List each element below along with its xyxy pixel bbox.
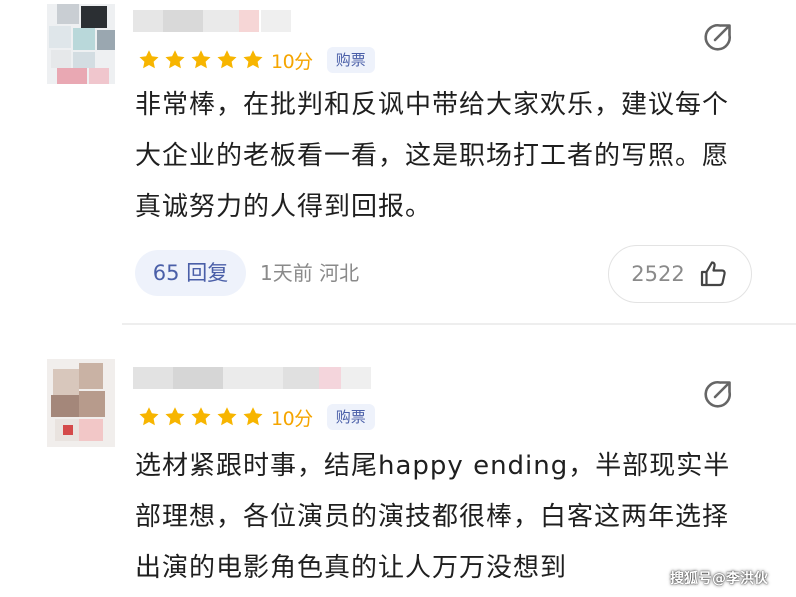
thumbs-up-icon — [700, 261, 726, 287]
star-rating — [137, 405, 265, 429]
rating-row: 10分 购票 — [137, 46, 375, 74]
username[interactable] — [133, 367, 373, 389]
score: 10分 — [271, 50, 313, 73]
ticket-purchase-badge: 购票 — [326, 404, 375, 430]
star-icon — [243, 407, 263, 426]
star-icon — [165, 407, 185, 426]
star-icon — [139, 407, 159, 426]
divider — [122, 323, 796, 325]
review-card: 10分 购票 非常棒，在批判和反讽中带给大家欢乐，建议每个大企业的老板看一看，这… — [0, 0, 796, 325]
reply-button[interactable]: 65 回复 — [135, 250, 246, 296]
avatar[interactable] — [47, 359, 115, 447]
rating-row: 10分 购票 — [137, 403, 375, 431]
like-count: 2522 — [631, 262, 685, 286]
star-icon — [139, 50, 159, 69]
review-card: 10分 购票 选材紧跟时事，结尾happy ending，半部现实半部理想，各位… — [0, 345, 796, 597]
score: 10分 — [271, 407, 313, 430]
star-icon — [191, 407, 211, 426]
ticket-purchase-badge: 购票 — [326, 47, 375, 73]
like-button[interactable]: 2522 — [608, 245, 752, 303]
username[interactable] — [133, 10, 293, 32]
avatar[interactable] — [47, 4, 115, 84]
time-location: 1天前 河北 — [260, 261, 360, 285]
star-icon — [243, 50, 263, 69]
share-icon[interactable] — [700, 376, 736, 412]
share-icon[interactable] — [700, 19, 736, 55]
star-icon — [165, 50, 185, 69]
star-rating — [137, 48, 265, 72]
review-text: 非常棒，在批判和反讽中带给大家欢乐，建议每个大企业的老板看一看，这是职场打工者的… — [135, 90, 730, 222]
star-icon — [191, 50, 211, 69]
review-text: 选材紧跟时事，结尾happy ending，半部现实半部理想，各位演员的演技都很… — [135, 451, 731, 583]
star-icon — [217, 407, 237, 426]
star-icon — [217, 50, 237, 69]
watermark: 搜狐号@李洪伙 — [670, 571, 768, 587]
